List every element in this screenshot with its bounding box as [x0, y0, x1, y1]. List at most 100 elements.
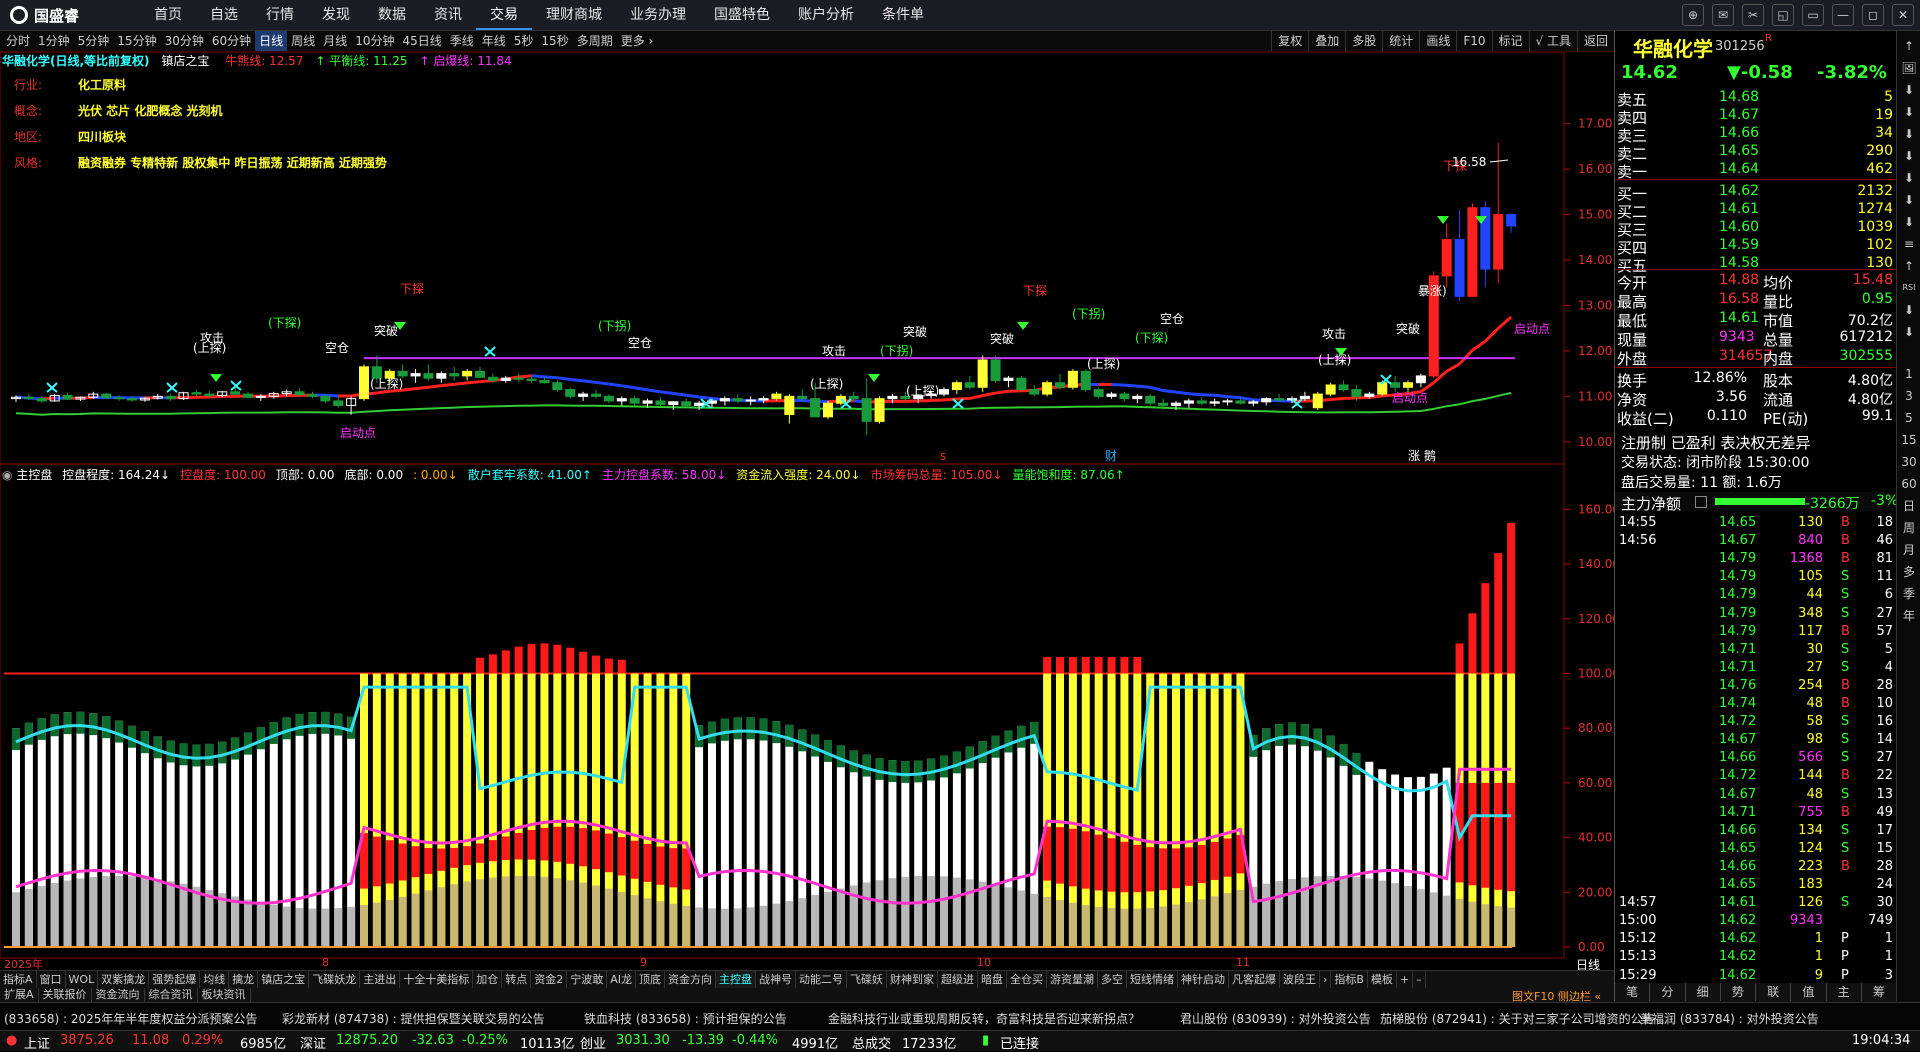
indicator-tab[interactable]: 主进出 [360, 971, 400, 988]
candle-body[interactable] [849, 396, 858, 398]
news-item[interactable]: 美福润 (833784) : 对外投资公告 [1640, 1010, 1819, 1027]
indicator-tab[interactable]: 均线 [200, 971, 229, 988]
candle-body[interactable] [1236, 401, 1245, 403]
candle-body[interactable] [553, 383, 562, 390]
period-tab-6[interactable]: 日线 [255, 31, 287, 51]
indicator-tab[interactable]: 资金2 [531, 971, 567, 988]
window-control-icon-2[interactable]: ✂ [1742, 4, 1764, 26]
sidebar-button[interactable]: 60 [1900, 475, 1918, 493]
candle-body[interactable] [424, 374, 433, 379]
window-control-icon-4[interactable]: ▭ [1802, 4, 1824, 26]
candle-body[interactable] [1262, 399, 1271, 402]
indicator-tab[interactable]: 主控盘 [716, 971, 756, 988]
candle-body[interactable] [115, 398, 124, 399]
candle-body[interactable] [475, 371, 484, 377]
candle-body[interactable] [1094, 390, 1103, 397]
news-item[interactable]: 茄梯股份 (872941) : 关于对三家子公司增资的公告 [1380, 1010, 1655, 1027]
sidebar-button[interactable]: RSI [1900, 279, 1918, 297]
nav-item-3[interactable]: 发现 [308, 0, 364, 30]
candle-body[interactable] [862, 399, 871, 422]
candle-body[interactable] [939, 390, 948, 395]
news-item[interactable]: 金融科技行业或重现周期反转，奇富科技是否迎来新拐点？ [828, 1010, 1140, 1027]
sidebar-button[interactable]: ↑ [1900, 37, 1918, 55]
candle-body[interactable] [63, 395, 72, 399]
period-tab-4[interactable]: 30分钟 [161, 31, 208, 51]
sidebar-button[interactable]: ⬇ [1900, 213, 1918, 231]
candle-body[interactable] [488, 377, 497, 380]
indicator-tab[interactable]: 强势起爆 [149, 971, 200, 988]
candle-body[interactable] [1171, 403, 1180, 405]
news-item[interactable]: 铁血科技 (833658) : 预计担保的公告 [584, 1010, 787, 1027]
candle-body[interactable] [359, 367, 368, 399]
candle-body[interactable] [1455, 240, 1464, 297]
period-tab-10[interactable]: 45日线 [398, 31, 445, 51]
candle-body[interactable] [1339, 385, 1348, 390]
period-tab-9[interactable]: 10分钟 [351, 31, 398, 51]
candle-body[interactable] [875, 399, 884, 422]
sidebar-button[interactable]: 3 [1900, 387, 1918, 405]
nav-item-5[interactable]: 资讯 [420, 0, 476, 30]
candle-body[interactable] [1365, 394, 1374, 396]
indicator-tab[interactable]: › [1320, 971, 1331, 988]
sidebar-button[interactable]: 30 [1900, 453, 1918, 471]
candle-body[interactable] [1043, 383, 1052, 394]
indicator-tab[interactable]: + [1397, 971, 1413, 988]
sidebar-button[interactable]: ⬇ [1900, 323, 1918, 341]
news-item[interactable]: 彩龙新材 (874738) : 提供担保暨关联交易的公告 [282, 1010, 545, 1027]
candle-body[interactable] [24, 397, 33, 398]
candle-body[interactable] [527, 379, 536, 380]
candle-body[interactable] [192, 393, 201, 394]
kline-chart[interactable]: 17.0016.0015.0014.0013.0012.0011.0010.00… [0, 52, 1614, 970]
candle-body[interactable] [656, 401, 665, 405]
chart-tool-1[interactable]: 叠加 [1308, 31, 1345, 51]
candle-body[interactable] [1403, 383, 1412, 388]
indicator-tab[interactable]: – [1413, 971, 1426, 988]
indicator-tab[interactable]: 超级进 [938, 971, 978, 988]
quote-tab[interactable]: 细 [1686, 983, 1721, 1001]
candle-body[interactable] [1442, 240, 1451, 276]
period-tab-7[interactable]: 周线 [287, 31, 319, 51]
candle-body[interactable] [514, 378, 523, 379]
period-tab-3[interactable]: 15分钟 [113, 31, 160, 51]
candle-body[interactable] [1352, 390, 1361, 397]
window-control-icon-1[interactable]: ✉ [1712, 4, 1734, 26]
period-tab-2[interactable]: 5分钟 [74, 31, 114, 51]
candle-body[interactable] [231, 392, 240, 394]
candle-body[interactable] [256, 396, 265, 397]
sidebar-button[interactable]: ⬇ [1900, 191, 1918, 209]
candle-body[interactable] [952, 383, 961, 390]
indicator-tab[interactable]: 顶底 [636, 971, 665, 988]
indicator-tab[interactable]: 模板 [1368, 971, 1397, 988]
nav-item-10[interactable]: 账户分析 [784, 0, 868, 30]
quote-tab[interactable]: 值 [1791, 983, 1826, 1001]
candle-body[interactable] [1249, 402, 1258, 403]
quote-tab[interactable]: 笔 [1615, 983, 1650, 1001]
indicator-tab[interactable]: 加仓 [473, 971, 502, 988]
period-tab-16[interactable]: 更多 › [617, 31, 658, 51]
candle-body[interactable] [1120, 394, 1129, 399]
candle-body[interactable] [1030, 390, 1039, 395]
indicator-tab[interactable]: 凡客起爆 [1229, 971, 1280, 988]
candle-body[interactable] [798, 396, 807, 398]
sidebar-button[interactable]: ⬇ [1900, 81, 1918, 99]
sidebar-button[interactable]: 1 [1900, 365, 1918, 383]
indicator-tab[interactable]: 短线情绪 [1127, 971, 1178, 988]
sidebar-button[interactable]: ⬇ [1900, 301, 1918, 319]
app-logo[interactable]: 国盛睿 [10, 4, 79, 26]
candle-body[interactable] [127, 399, 136, 400]
indicator-tab[interactable]: 宁波敢 [567, 971, 607, 988]
sidebar-button[interactable]: 周 [1900, 519, 1918, 537]
indicator-tab[interactable]: 擒龙 [229, 971, 258, 988]
chart-tool-2[interactable]: 多股 [1345, 31, 1382, 51]
indicator-tab[interactable]: 游资量潮 [1047, 971, 1098, 988]
candle-body[interactable] [978, 360, 987, 387]
candle-body[interactable] [566, 390, 575, 397]
sidebar-button[interactable]: ⬇ [1900, 125, 1918, 143]
candle-body[interactable] [1107, 394, 1116, 396]
chart-tool-5[interactable]: F10 [1456, 31, 1491, 51]
info-tab[interactable]: 资金流向 [92, 988, 145, 1002]
chart-tool-6[interactable]: 标记 [1492, 31, 1529, 51]
sidebar-button[interactable]: 多 [1900, 563, 1918, 581]
candle-body[interactable] [733, 399, 742, 401]
candle-body[interactable] [591, 394, 600, 396]
